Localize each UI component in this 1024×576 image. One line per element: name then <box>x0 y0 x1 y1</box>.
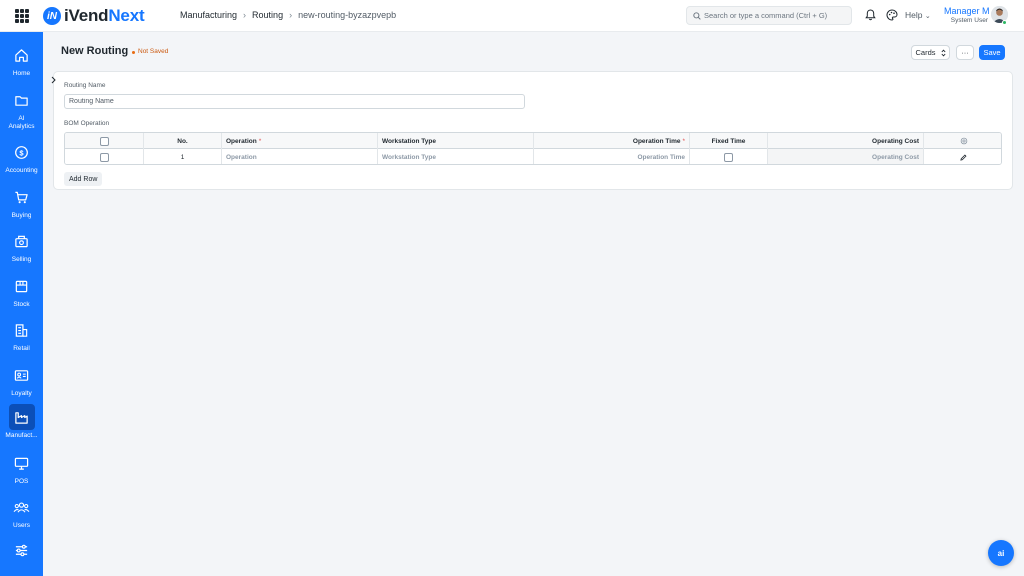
sidebar-item-label: Loyalty <box>11 390 32 397</box>
sidebar-item-label: AI Analytics <box>8 115 35 130</box>
chevron-right-icon: › <box>289 10 293 20</box>
more-actions-button[interactable]: ··· <box>956 45 974 60</box>
row-edit-cell <box>924 149 1001 164</box>
sort-arrows-icon <box>940 49 946 56</box>
sidebar-item-settings[interactable] <box>0 537 43 563</box>
sidebar-item-label: POS <box>14 478 29 485</box>
column-header-no: No. <box>144 133 222 149</box>
monitor-icon <box>9 450 35 476</box>
sidebar-item-users[interactable]: Users <box>0 494 43 530</box>
sidebar-item-home[interactable]: Home <box>0 42 43 78</box>
sidebar-item-label: Retail <box>13 345 30 352</box>
factory-icon <box>8 404 35 430</box>
fixed-time-checkbox[interactable] <box>724 152 733 162</box>
help-dropdown[interactable]: Help ⌄ <box>905 10 931 20</box>
sidebar-item-accounting[interactable]: $ Accounting <box>0 139 43 175</box>
view-select-button[interactable]: Cards <box>911 45 950 60</box>
select-all-checkbox[interactable] <box>99 136 109 146</box>
ai-assistant-button[interactable]: ai <box>988 540 1014 566</box>
search-icon <box>693 11 701 20</box>
search-bar[interactable] <box>686 6 852 25</box>
column-header-operating-cost: Operating Cost <box>768 133 924 149</box>
operating-cost-cell: Operating Cost <box>768 149 924 164</box>
sidebar-item-loyalty[interactable]: Loyalty <box>0 362 43 398</box>
store-icon <box>9 317 35 343</box>
home-icon <box>9 42 35 68</box>
routing-name-input[interactable] <box>64 94 525 109</box>
sidebar-item-label: Selling <box>11 256 32 263</box>
sidebar: Home AI Analytics $ Accounting Buying Sel… <box>0 32 43 576</box>
bom-operation-label: BOM Operation <box>64 120 110 127</box>
page-title: New Routing <box>61 45 129 57</box>
dollar-icon: $ <box>9 139 35 165</box>
id-card-icon <box>9 362 35 388</box>
breadcrumb-current: new-routing-byzazpvepb <box>298 10 397 20</box>
breadcrumb-routing[interactable]: Routing <box>252 10 283 20</box>
sidebar-item-label: Home <box>12 70 31 77</box>
sidebar-item-selling[interactable]: Selling <box>0 228 43 264</box>
column-header-fixed-time: Fixed Time <box>690 133 768 149</box>
save-button[interactable]: Save <box>979 45 1005 60</box>
column-settings-cell <box>924 133 1001 149</box>
row-checkbox[interactable] <box>99 152 109 162</box>
sidebar-item-retail[interactable]: Retail <box>0 317 43 353</box>
logo-mark-icon: iN <box>43 7 61 25</box>
sidebar-item-buying[interactable]: Buying <box>0 184 43 220</box>
chevron-right-icon: › <box>243 10 247 20</box>
sidebar-item-stock[interactable]: Stock <box>0 273 43 309</box>
operation-cell[interactable]: Operation <box>222 149 378 164</box>
column-header-workstation-type: Workstation Type <box>378 133 534 149</box>
app-logo[interactable]: iN iVendNext <box>43 6 145 26</box>
gear-icon[interactable] <box>960 137 968 145</box>
folder-icon <box>9 87 35 113</box>
row-number: 1 <box>144 149 222 164</box>
cart-icon <box>9 184 35 210</box>
sidebar-item-label: Accounting <box>5 167 38 174</box>
sidebar-item-label: Buying <box>11 212 32 219</box>
user-info[interactable]: Manager M System User <box>944 6 990 24</box>
select-all-cell <box>65 133 144 149</box>
sidebar-item-label: Users <box>13 522 30 529</box>
user-name: Manager M <box>944 6 990 16</box>
apps-grid-icon[interactable] <box>15 9 29 23</box>
table-header-row: No. Operation * Workstation Type Operatio… <box>65 133 1001 149</box>
chevron-down-icon: ⌄ <box>924 13 931 20</box>
breadcrumb-manufacturing[interactable]: Manufacturing <box>180 10 237 20</box>
sidebar-item-label: Manufact... <box>5 432 38 439</box>
sidebar-item-pos[interactable]: POS <box>0 450 43 486</box>
routing-name-label: Routing Name <box>64 82 106 89</box>
workstation-type-cell[interactable]: Workstation Type <box>378 149 534 164</box>
sidebar-item-manufacturing[interactable]: Manufact... <box>0 404 43 440</box>
palette-icon[interactable] <box>886 9 898 21</box>
register-icon <box>9 228 35 254</box>
chevron-right-icon[interactable] <box>50 76 57 84</box>
users-icon <box>9 494 35 520</box>
breadcrumb: Manufacturing › Routing › new-routing-by… <box>180 10 396 20</box>
svg-text:$: $ <box>19 148 24 157</box>
logo-text: iVendNext <box>64 6 145 25</box>
operation-time-cell[interactable]: Operation Time <box>534 149 690 164</box>
fixed-time-cell <box>690 149 768 164</box>
column-header-operation: Operation * <box>222 133 378 149</box>
online-status-dot <box>1002 20 1007 25</box>
bom-operation-table: No. Operation * Workstation Type Operatio… <box>64 132 1002 165</box>
search-input[interactable] <box>704 11 844 20</box>
row-select-cell <box>65 149 144 164</box>
sliders-icon <box>9 537 35 563</box>
column-header-operation-time: Operation Time * <box>534 133 690 149</box>
form-card <box>53 71 1013 190</box>
user-role: System User <box>950 17 988 24</box>
status-badge: Not Saved <box>129 46 172 58</box>
box-icon <box>9 273 35 299</box>
table-row: 1 Operation Workstation Type Operation T… <box>65 149 1001 164</box>
sidebar-item-ai-analytics[interactable]: AI Analytics <box>0 87 43 131</box>
bell-icon[interactable] <box>865 9 876 21</box>
add-row-button[interactable]: Add Row <box>64 172 103 186</box>
edit-pencil-icon[interactable] <box>960 153 967 161</box>
sidebar-item-label: Stock <box>13 301 30 308</box>
top-navbar: iN iVendNext Manufacturing › Routing › n… <box>0 0 1024 32</box>
